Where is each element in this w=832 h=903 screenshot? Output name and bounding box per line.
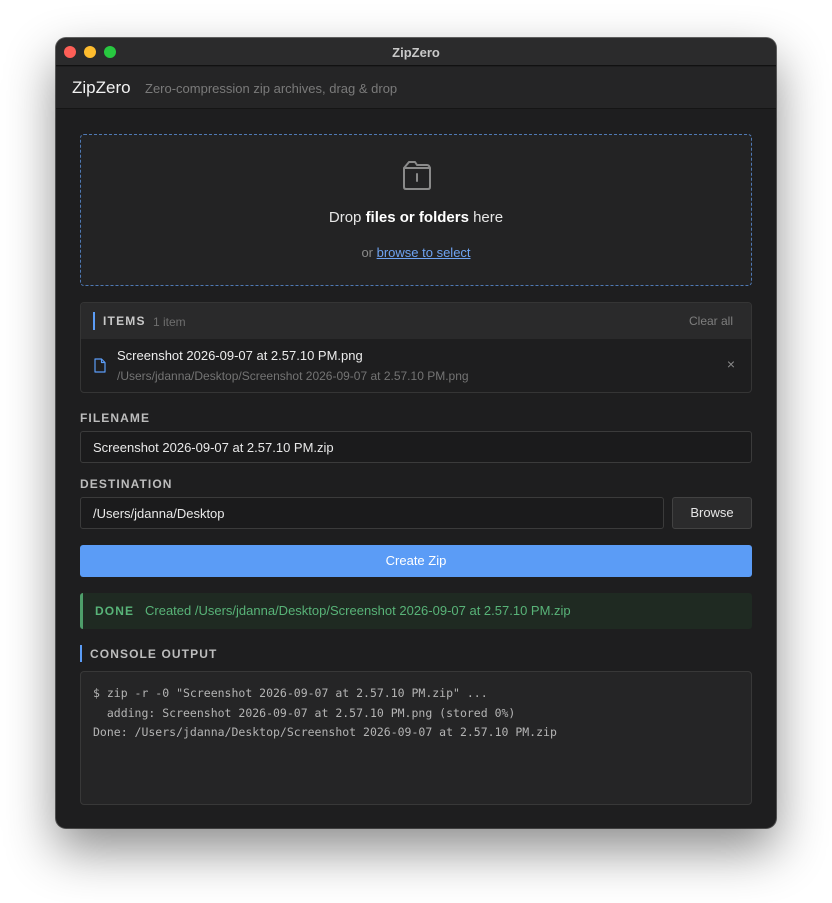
file-path: /Users/jdanna/Desktop/Screenshot 2026-09…: [117, 369, 469, 383]
filename-field[interactable]: Screenshot 2026-09-07 at 2.57.10 PM.zip: [80, 431, 752, 463]
window-title: ZipZero: [392, 45, 440, 60]
browse-line: or browse to select: [361, 245, 471, 260]
title-bar: ZipZero: [56, 38, 776, 66]
status-message: Created /Users/jdanna/Desktop/Screenshot…: [145, 603, 571, 618]
destination-label: DESTINATION: [80, 477, 173, 491]
clear-all-button[interactable]: Clear all: [689, 314, 733, 328]
filename-label: FILENAME: [80, 411, 151, 425]
status-badge: DONE: [95, 604, 135, 618]
items-count: 1 item: [153, 315, 186, 329]
items-accent-bar: [93, 312, 95, 330]
browse-to-select-link[interactable]: browse to select: [377, 245, 471, 260]
app-header: ZipZero Zero-compression zip archives, d…: [56, 67, 776, 109]
file-icon: [94, 358, 106, 373]
console-line: Done: /Users/jdanna/Desktop/Screenshot 2…: [93, 725, 557, 739]
app-tagline: Zero-compression zip archives, drag & dr…: [145, 81, 398, 96]
console-line: $ zip -r -0 "Screenshot 2026-09-07 at 2.…: [93, 686, 488, 700]
console-label: CONSOLE OUTPUT: [90, 647, 218, 661]
app-name: ZipZero: [72, 78, 131, 97]
items-header: ITEMS 1 item Clear all: [81, 303, 751, 339]
app-window: ZipZero ZipZero Zero-compression zip arc…: [56, 38, 776, 828]
browse-button[interactable]: Browse: [672, 497, 752, 529]
file-name: Screenshot 2026-09-07 at 2.57.10 PM.png: [117, 348, 363, 363]
items-title: ITEMS: [103, 314, 146, 328]
create-zip-button[interactable]: Create Zip: [80, 545, 752, 577]
destination-field[interactable]: /Users/jdanna/Desktop: [80, 497, 664, 529]
console-output[interactable]: $ zip -r -0 "Screenshot 2026-09-07 at 2.…: [80, 671, 752, 805]
remove-item-button[interactable]: ×: [727, 357, 735, 371]
drop-instructions: Drop files or folders here: [328, 209, 504, 226]
items-panel: ITEMS 1 item Clear all Screenshot 2026-0…: [80, 302, 752, 393]
folder-icon: [403, 161, 431, 190]
status-banner: DONE Created /Users/jdanna/Desktop/Scree…: [80, 593, 752, 629]
console-accent-bar: [80, 645, 82, 662]
drop-zone[interactable]: Drop files or folders here or browse to …: [80, 134, 752, 286]
console-line: adding: Screenshot 2026-09-07 at 2.57.10…: [93, 705, 516, 720]
